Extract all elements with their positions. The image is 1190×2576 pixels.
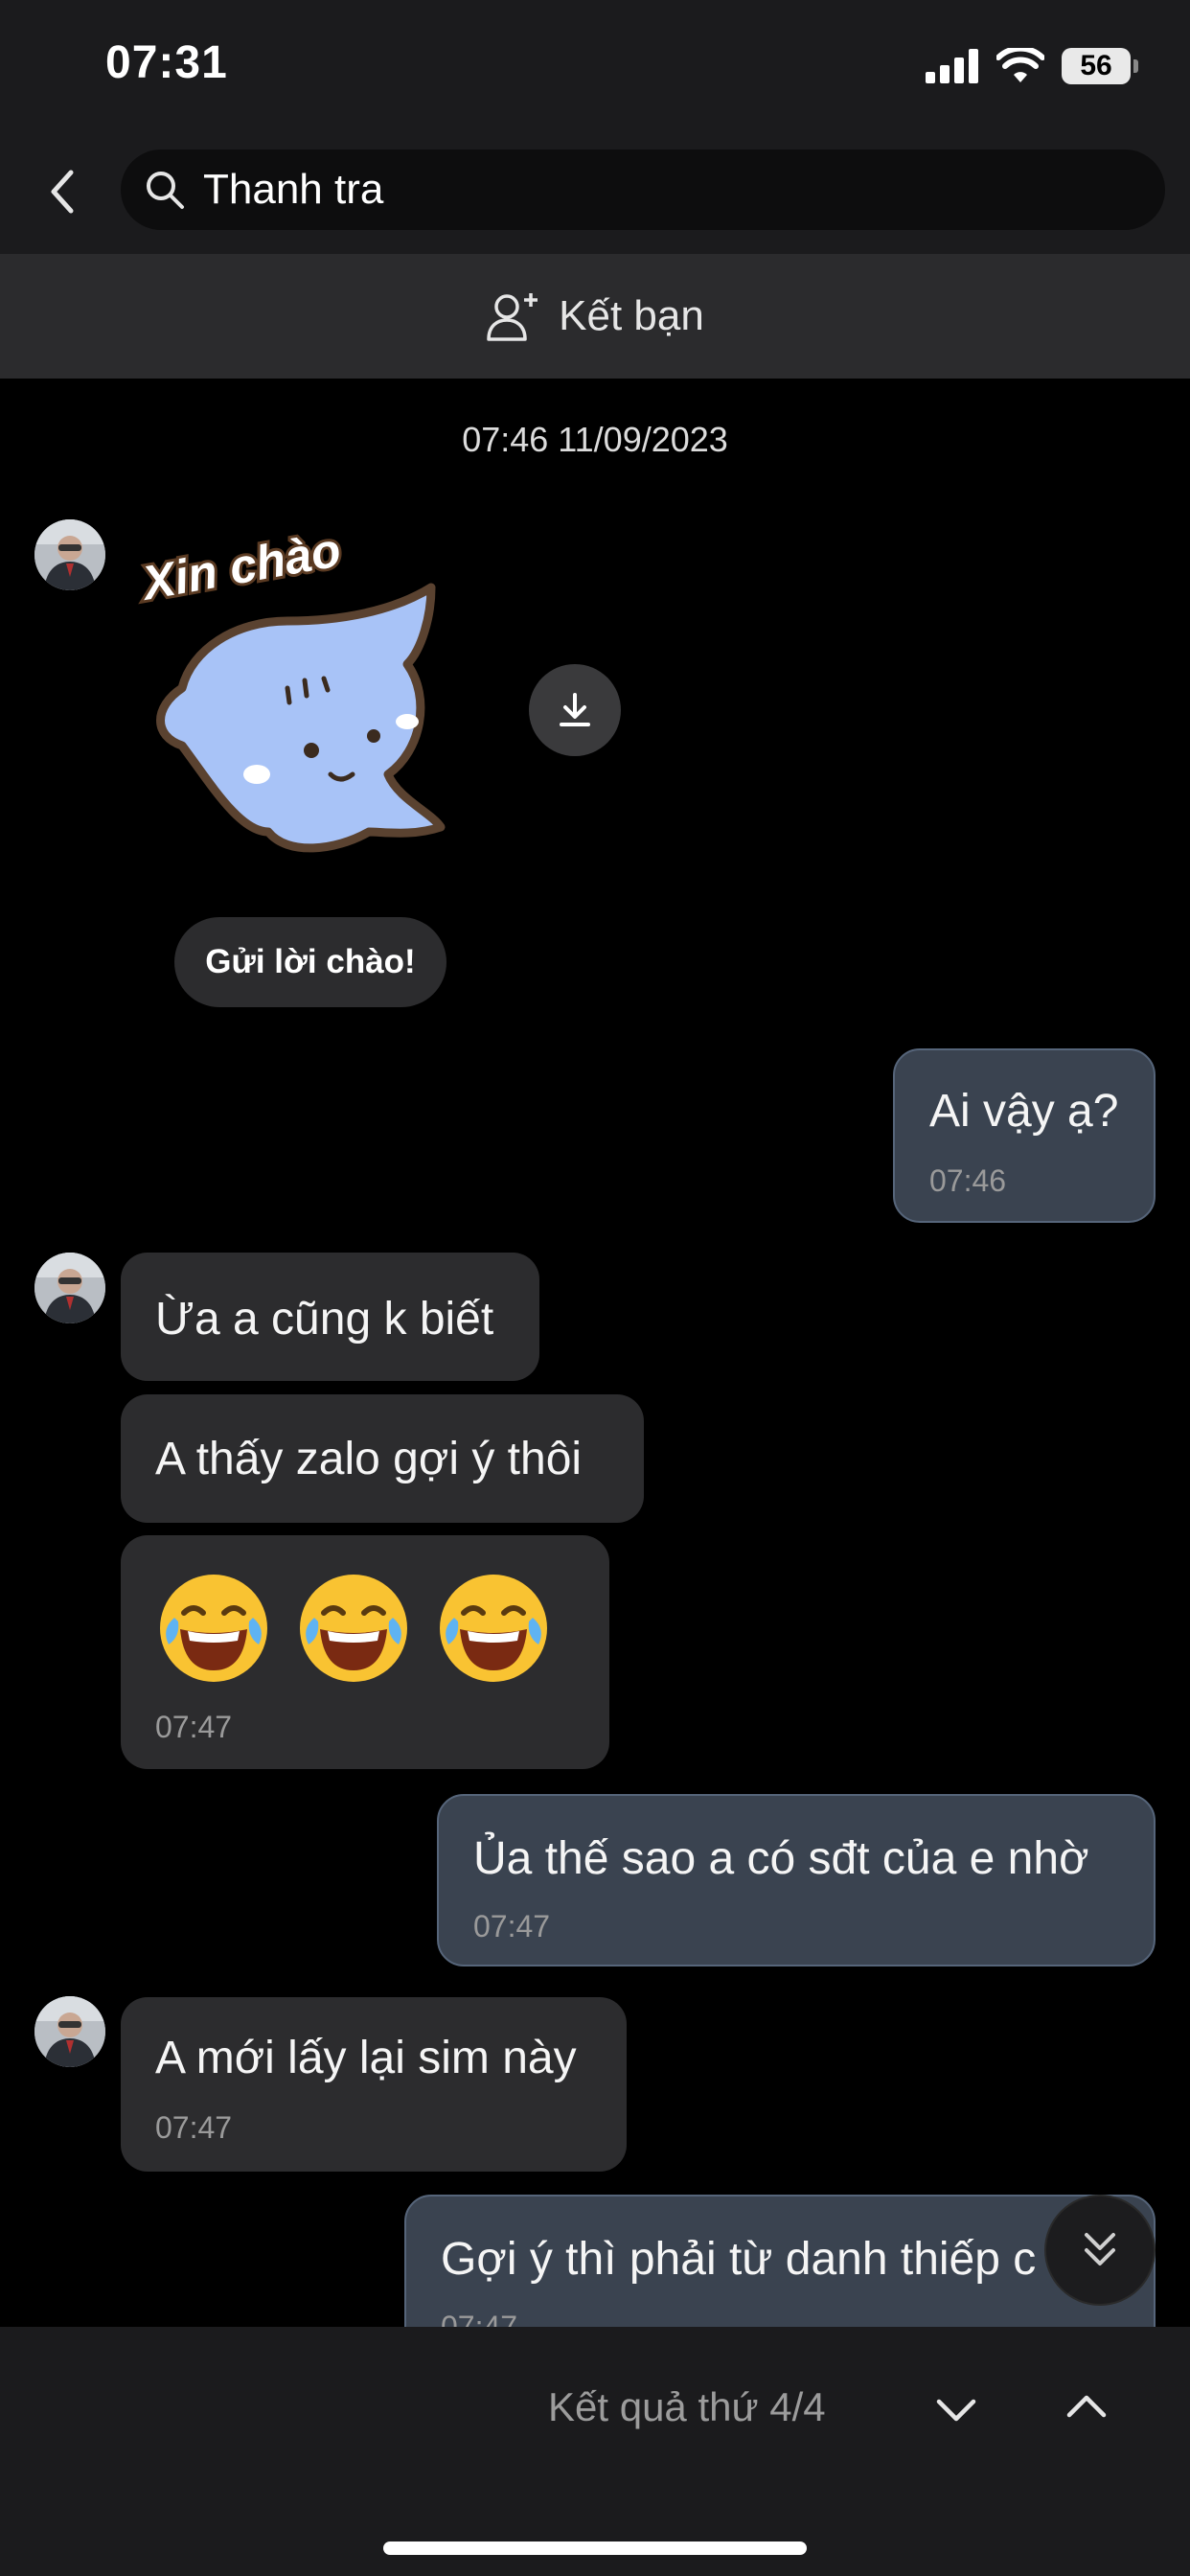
status-time: 07:31 (105, 37, 228, 88)
chevron-down-icon (936, 2399, 976, 2422)
add-friend-label: Kết bạn (559, 292, 704, 339)
battery-icon: 56 (1062, 48, 1138, 84)
sticker[interactable]: Xin chào (136, 519, 479, 870)
message-bubble-sent[interactable]: Ai vậy ạ? 07:46 (893, 1048, 1156, 1223)
message-time: 07:47 (155, 1710, 233, 1744)
back-button[interactable] (38, 163, 86, 220)
chevron-up-icon (1066, 2395, 1107, 2418)
message-bubble-received[interactable]: A mới lấy lại sim này 07:47 (121, 1997, 627, 2172)
message-bubble-sent[interactable]: Ủa thế sao a có sđt của e nhờ 07:47 (437, 1794, 1156, 1966)
message-text: Ủa thế sao a có sđt của e nhờ (473, 1833, 1089, 1884)
download-button[interactable] (529, 664, 621, 756)
status-icons: 56 (926, 42, 1138, 90)
previous-result-button[interactable] (1048, 2373, 1125, 2440)
search-header (0, 134, 1190, 254)
laughing-tears-emoji-icon (440, 1575, 547, 1682)
search-bar[interactable] (121, 150, 1165, 230)
avatar[interactable] (34, 1996, 105, 2067)
double-chevron-down-icon (1085, 2233, 1115, 2266)
message-text: A thấy zalo gợi ý thôi (155, 1434, 583, 1484)
message-bubble-received[interactable]: 07:47 (121, 1535, 609, 1769)
message-bubble-received[interactable]: A thấy zalo gợi ý thôi (121, 1394, 644, 1523)
download-icon (560, 693, 590, 726)
message-time: 07:46 (929, 1163, 1007, 1198)
add-user-icon (487, 293, 538, 341)
home-indicator[interactable] (383, 2542, 807, 2555)
avatar[interactable] (34, 1253, 105, 1323)
status-bar: 07:31 56 (0, 0, 1190, 134)
search-icon (142, 167, 188, 213)
add-friend-button[interactable]: Kết bạn (0, 254, 1190, 379)
message-time: 07:47 (155, 2110, 233, 2145)
message-bubble-received[interactable]: Ừa a cũng k biết (121, 1253, 539, 1381)
search-result-bar: Kết quả thứ 4/4 (0, 2327, 1190, 2576)
message-text: A mới lấy lại sim này (155, 2033, 577, 2083)
date-separator: 07:46 11/09/2023 (462, 420, 728, 459)
wifi-icon (996, 48, 1044, 82)
emoji-row (155, 1570, 575, 1691)
message-text: Ai vậy ạ? (929, 1086, 1119, 1137)
laughing-tears-emoji-icon (300, 1575, 407, 1682)
message-text: Ừa a cũng k biết (155, 1294, 494, 1345)
message-time: 07:47 (473, 1909, 551, 1944)
next-result-button[interactable] (918, 2377, 995, 2444)
message-text: Gợi ý thì phải từ danh thiếp c (441, 2234, 1037, 2285)
avatar[interactable] (34, 519, 105, 590)
search-result-count: Kết quả thứ 4/4 (548, 2384, 826, 2429)
signal-icon (926, 49, 978, 83)
scroll-to-bottom-button[interactable] (1046, 2196, 1154, 2304)
laughing-tears-emoji-icon (160, 1575, 267, 1682)
search-input[interactable] (201, 165, 1067, 215)
chevron-left-icon (51, 170, 74, 214)
send-greeting-button[interactable]: Gửi lời chào! (174, 917, 446, 1007)
